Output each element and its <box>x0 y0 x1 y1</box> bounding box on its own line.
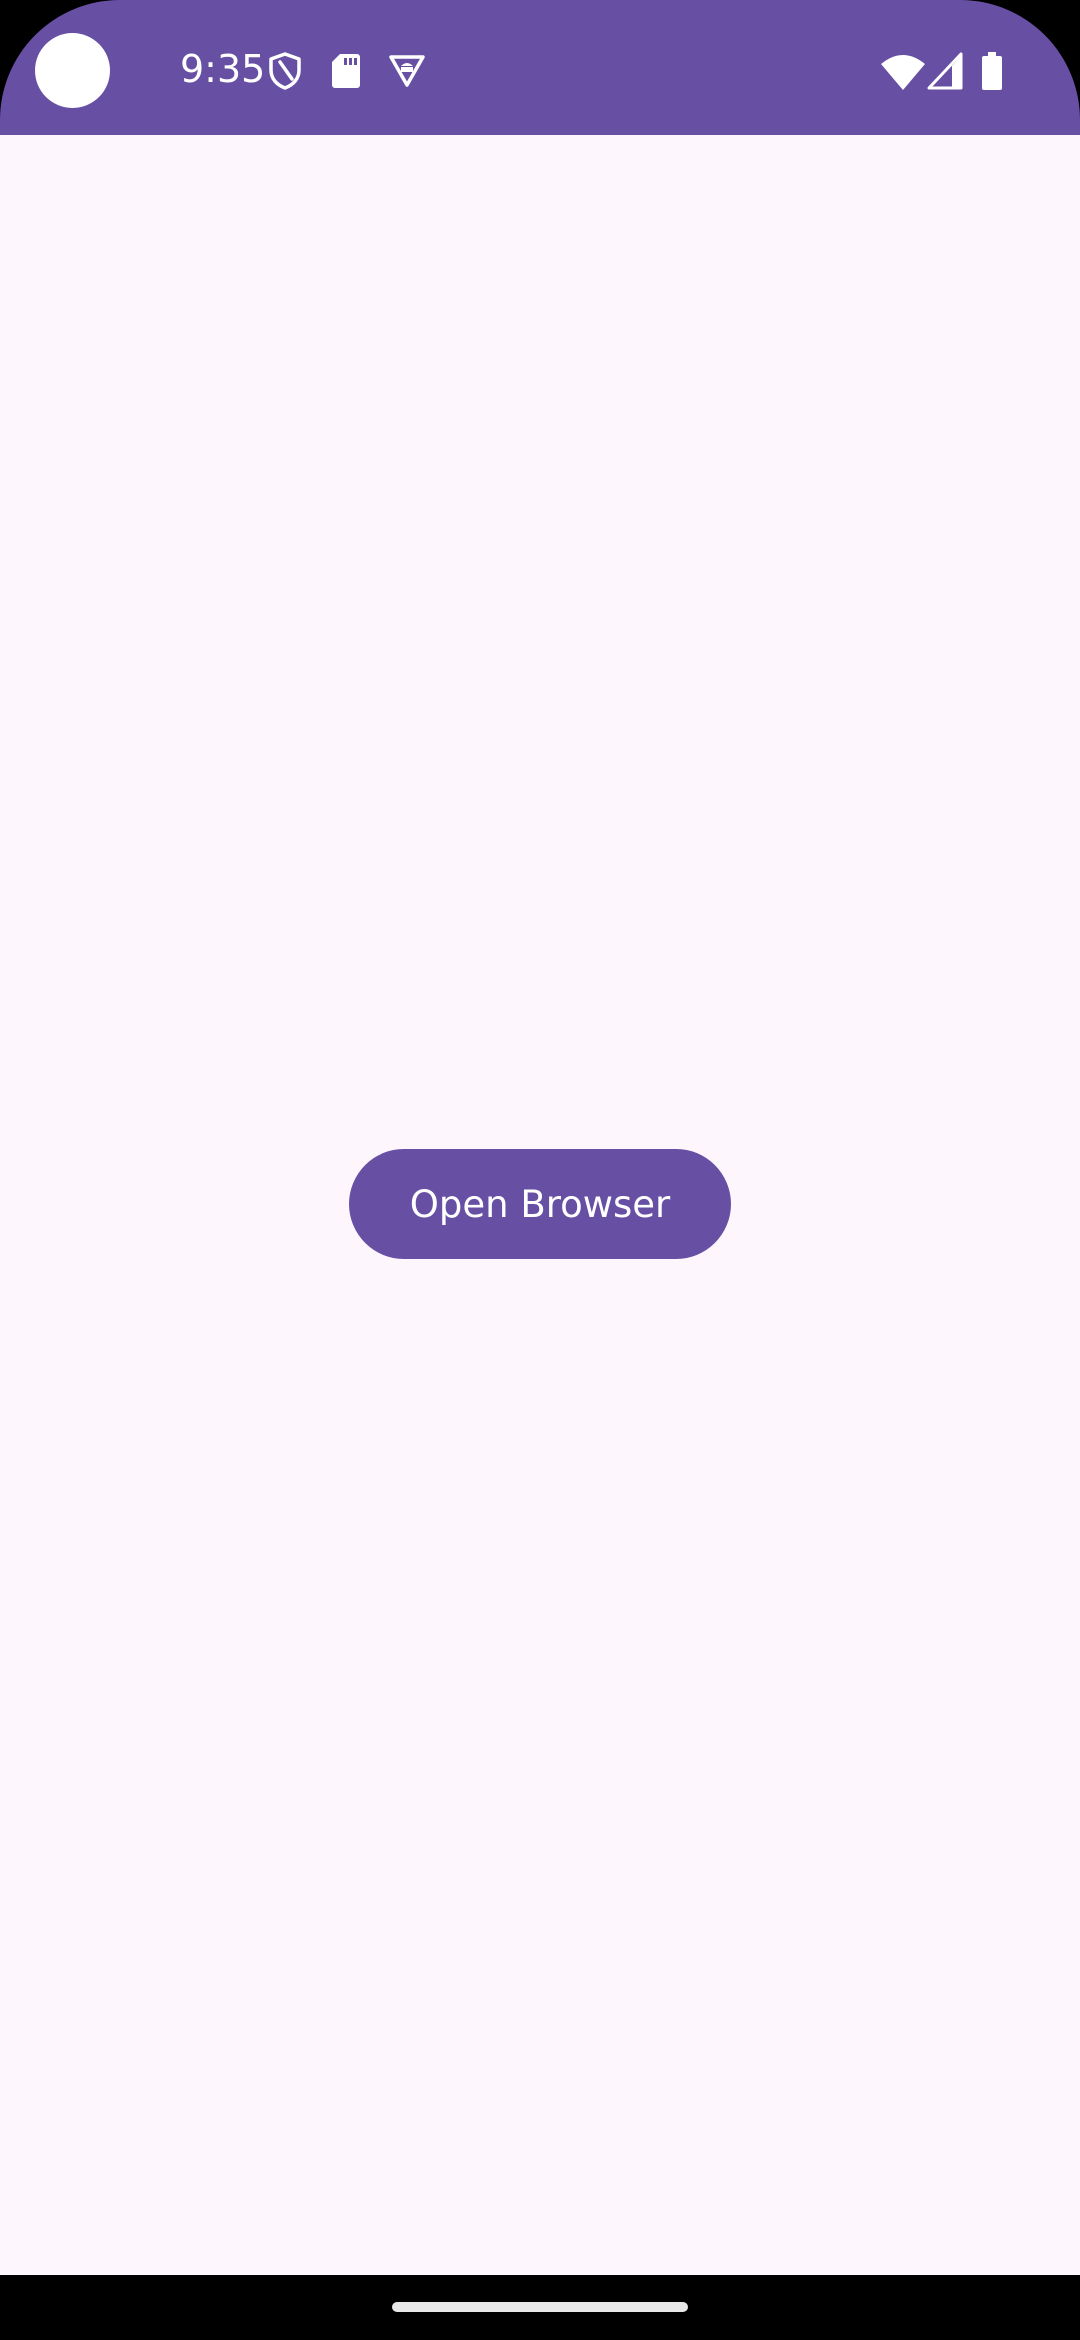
camera-cutout <box>35 33 110 108</box>
status-bar: 9:35 <box>0 0 1080 135</box>
shield-icon <box>269 52 301 90</box>
device-screen: 9:35 Open Browser <box>0 0 1080 2340</box>
wifi-icon <box>881 55 925 90</box>
signal-icon <box>927 52 963 90</box>
sd-card-icon <box>332 54 360 88</box>
vpn-icon <box>389 55 425 87</box>
battery-icon <box>982 52 1002 90</box>
home-handle[interactable] <box>392 2302 688 2312</box>
status-time: 9:35 <box>180 47 266 91</box>
open-browser-button[interactable]: Open Browser <box>349 1149 731 1259</box>
